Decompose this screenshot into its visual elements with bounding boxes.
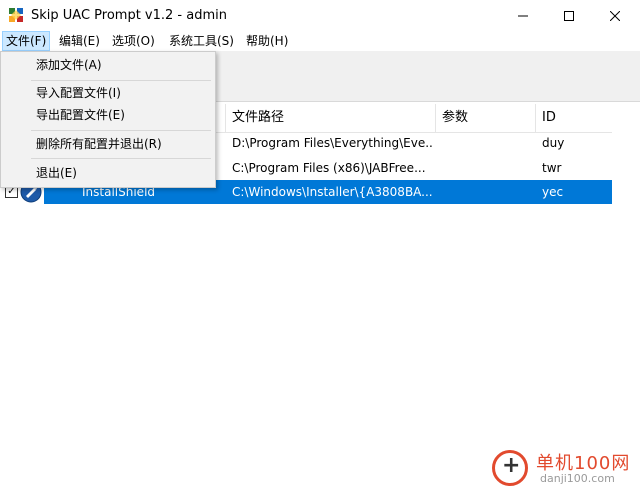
menu-import-config[interactable]: 导入配置文件(I) — [1, 82, 215, 104]
maximize-icon — [564, 10, 574, 21]
menu-options[interactable]: 选项(O) — [109, 32, 158, 50]
row-path: C:\Windows\Installer\{A3808BA... — [232, 185, 432, 199]
column-header-id[interactable]: ID — [536, 104, 612, 132]
menu-delete-all-exit[interactable]: 删除所有配置并退出(R) — [1, 133, 215, 155]
row-params — [442, 180, 532, 204]
column-header-params[interactable]: 参数 — [436, 104, 536, 132]
watermark-plus-icon: + — [502, 453, 521, 478]
menu-export-config[interactable]: 导出配置文件(E) — [1, 104, 215, 126]
row-id: twr — [542, 161, 562, 175]
window-title: Skip UAC Prompt v1.2 - admin — [31, 8, 227, 23]
row-path: C:\Program Files (x86)\JABFree... — [232, 161, 426, 175]
title-bar: Skip UAC Prompt v1.2 - admin — [0, 0, 640, 31]
menu-add-file[interactable]: 添加文件(A) — [1, 54, 215, 76]
menu-exit[interactable]: 退出(E) — [1, 162, 215, 184]
file-menu-dropdown: 添加文件(A) 导入配置文件(I) 导出配置文件(E) 删除所有配置并退出(R)… — [0, 51, 216, 188]
minimize-icon — [518, 15, 528, 16]
row-path: D:\Program Files\Everything\Eve... — [232, 136, 432, 150]
menu-file[interactable]: 文件(F) — [2, 31, 51, 51]
menu-separator — [31, 80, 211, 81]
menu-help[interactable]: 帮助(H) — [243, 32, 291, 50]
row-id: yec — [542, 185, 564, 199]
close-button[interactable] — [592, 0, 638, 31]
watermark-logo: + 单机100网 danji100.com — [490, 448, 640, 488]
close-icon — [610, 10, 620, 21]
watermark-url: danji100.com — [540, 472, 615, 485]
column-header-path[interactable]: 文件路径 — [226, 104, 436, 132]
menu-separator — [31, 158, 211, 159]
menu-bar: 文件(F) 编辑(E) 选项(O) 系统工具(S) 帮助(H) — [0, 31, 640, 52]
skip-uac-app-icon — [9, 8, 23, 22]
row-id: duy — [542, 136, 565, 150]
minimize-button[interactable] — [500, 0, 546, 31]
maximize-button[interactable] — [546, 0, 592, 31]
row-params — [442, 156, 532, 180]
row-params — [442, 131, 532, 155]
menu-system-tools[interactable]: 系统工具(S) — [166, 32, 237, 50]
menu-separator — [31, 130, 211, 131]
menu-edit[interactable]: 编辑(E) — [56, 32, 103, 50]
